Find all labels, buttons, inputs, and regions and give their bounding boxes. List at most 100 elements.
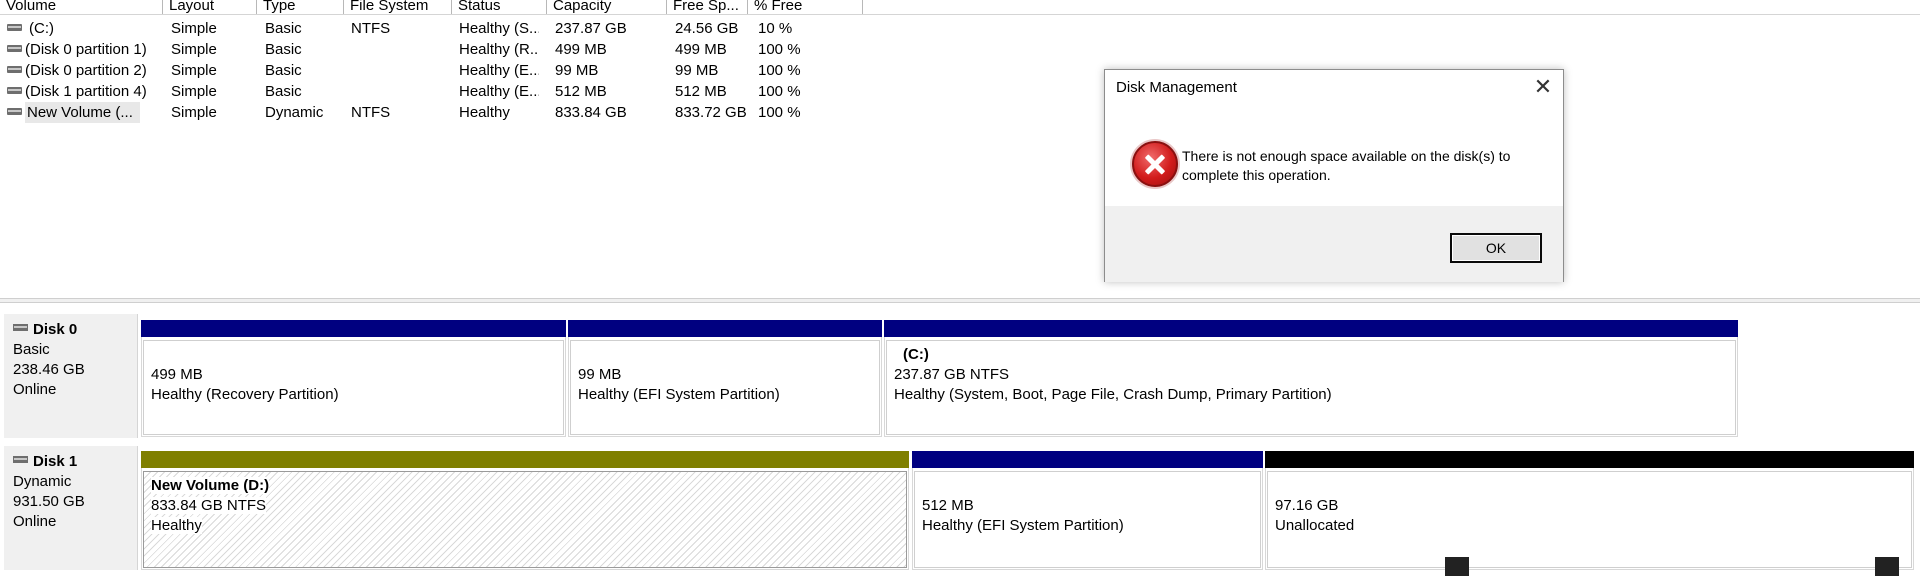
volume-status: Healthy	[459, 104, 510, 121]
partition-new-volume-d[interactable]: New Volume (D:) 833.84 GB NTFS Healthy	[141, 451, 909, 570]
volume-status: Healthy (R...	[459, 41, 539, 58]
col-layout[interactable]: Layout	[163, 0, 257, 14]
volume-layout: Simple	[171, 104, 217, 121]
table-row[interactable]: New Volume (... Simple Dynamic NTFS Heal…	[0, 102, 900, 123]
partition-size: 512 MB	[922, 497, 974, 514]
disk-icon	[13, 456, 28, 463]
disk-1-label[interactable]: Disk 1 Dynamic 931.50 GB Online	[4, 446, 138, 570]
col-file-system[interactable]: File System	[344, 0, 452, 14]
disk-icon	[13, 324, 28, 331]
volume-capacity: 833.84 GB	[555, 104, 627, 121]
drive-icon	[7, 45, 22, 52]
volume-capacity: 237.87 GB	[555, 20, 627, 37]
partition-body-selected: New Volume (D:) 833.84 GB NTFS Healthy	[143, 471, 907, 568]
partition-efi-disk1[interactable]: 512 MB Healthy (EFI System Partition)	[912, 451, 1263, 570]
partition-size: 237.87 GB NTFS	[894, 366, 1010, 383]
volume-fs: NTFS	[351, 104, 391, 121]
partition-status: Healthy (Recovery Partition)	[151, 386, 339, 403]
volume-list: Volume Layout Type File System Status Ca…	[0, 0, 1920, 302]
col-free-space[interactable]: Free Sp...	[667, 0, 748, 14]
volume-free: 499 MB	[675, 41, 727, 58]
partition-unallocated[interactable]: 97.16 GB Unallocated	[1265, 451, 1914, 570]
volume-layout: Simple	[171, 62, 217, 79]
volume-list-header: Volume Layout Type File System Status Ca…	[0, 0, 1920, 15]
partition-bar	[141, 451, 909, 468]
partition-size: 99 MB	[578, 366, 622, 383]
partition-body: 512 MB Healthy (EFI System Partition)	[914, 471, 1261, 568]
partition-status: Unallocated	[1275, 517, 1355, 534]
volume-free: 99 MB	[675, 62, 719, 79]
volume-layout: Simple	[171, 41, 217, 58]
partition-body: 499 MB Healthy (Recovery Partition)	[143, 340, 564, 435]
col-capacity[interactable]: Capacity	[547, 0, 667, 14]
volume-name: (C:)	[29, 20, 54, 37]
volume-status: Healthy (E...	[459, 62, 539, 79]
volume-layout: Simple	[171, 20, 217, 37]
partition-status: Healthy	[151, 517, 202, 534]
partition-bar	[1265, 451, 1914, 468]
taskbar-thumbnail	[1875, 557, 1899, 576]
partition-body: (C:) 237.87 GB NTFS Healthy (System, Boo…	[886, 340, 1736, 435]
volume-capacity: 99 MB	[555, 62, 599, 79]
dialog-title: Disk Management	[1116, 79, 1237, 96]
partition-bar	[912, 451, 1263, 468]
volume-fs: NTFS	[351, 20, 391, 37]
table-row[interactable]: (Disk 1 partition 4) Simple Basic Health…	[0, 81, 900, 102]
header-divider	[0, 14, 1920, 15]
volume-pct-free: 10 %	[758, 20, 793, 37]
volume-free: 512 MB	[675, 83, 727, 100]
volume-free: 833.72 GB	[675, 104, 747, 121]
volume-capacity: 499 MB	[555, 41, 607, 58]
volume-type: Dynamic	[265, 104, 324, 121]
drive-icon	[7, 108, 22, 115]
volume-pct-free: 100 %	[758, 83, 801, 100]
volume-pct-free: 100 %	[758, 62, 801, 79]
volume-type: Basic	[265, 20, 302, 37]
disk-map: Disk 0 Basic 238.46 GB Online 499 MB Hea…	[0, 303, 1920, 576]
disk-0-label[interactable]: Disk 0 Basic 238.46 GB Online	[4, 314, 138, 438]
partition-c[interactable]: (C:) 237.87 GB NTFS Healthy (System, Boo…	[884, 320, 1738, 437]
partition-status: Healthy (System, Boot, Page File, Crash …	[894, 386, 1332, 403]
volume-status: Healthy (E...	[459, 83, 539, 100]
disk-size: 238.46 GB	[13, 361, 85, 378]
table-row[interactable]: (C:) Simple Basic NTFS Healthy (S... 237…	[0, 18, 900, 39]
partition-body: 97.16 GB Unallocated	[1267, 471, 1912, 568]
dialog-message: There is not enough space available on t…	[1182, 148, 1511, 183]
disk-state: Online	[13, 381, 57, 398]
partition-body: 99 MB Healthy (EFI System Partition)	[570, 340, 880, 435]
volume-type: Basic	[265, 83, 302, 100]
table-row[interactable]: (Disk 0 partition 2) Simple Basic Health…	[0, 60, 900, 81]
partition-bar	[568, 320, 882, 337]
partition-efi[interactable]: 99 MB Healthy (EFI System Partition)	[568, 320, 882, 437]
volume-pct-free: 100 %	[758, 41, 801, 58]
col-volume[interactable]: Volume	[0, 0, 163, 14]
col-percent-free[interactable]: % Free	[748, 0, 863, 14]
partition-size: 97.16 GB	[1275, 497, 1339, 514]
volume-pct-free: 100 %	[758, 104, 801, 121]
partition-title: (C:)	[903, 346, 929, 363]
disk-name: Disk 0	[33, 321, 78, 338]
disk-kind: Basic	[13, 341, 50, 358]
partition-bar	[884, 320, 1738, 337]
partition-title: New Volume (D:)	[151, 477, 270, 494]
partition-recovery[interactable]: 499 MB Healthy (Recovery Partition)	[141, 320, 566, 437]
volume-status: Healthy (S...	[459, 20, 539, 37]
close-icon[interactable]: ✕	[1528, 75, 1558, 101]
volume-name: (Disk 0 partition 1)	[25, 41, 147, 58]
partition-bar	[141, 320, 566, 337]
drive-icon	[7, 87, 22, 94]
disk-kind: Dynamic	[13, 473, 72, 490]
disk-name: Disk 1	[33, 453, 78, 470]
taskbar-thumbnail	[1445, 557, 1469, 576]
col-type[interactable]: Type	[257, 0, 344, 14]
partition-size: 833.84 GB NTFS	[151, 497, 267, 514]
volume-layout: Simple	[171, 83, 217, 100]
col-status[interactable]: Status	[452, 0, 547, 14]
drive-icon	[7, 66, 22, 73]
error-dialog: Disk Management ✕ There is not enough sp…	[1104, 69, 1564, 282]
error-icon	[1132, 141, 1178, 187]
table-row[interactable]: (Disk 0 partition 1) Simple Basic Health…	[0, 39, 900, 60]
ok-button[interactable]: OK	[1450, 233, 1542, 263]
volume-free: 24.56 GB	[675, 20, 739, 37]
volume-type: Basic	[265, 62, 302, 79]
